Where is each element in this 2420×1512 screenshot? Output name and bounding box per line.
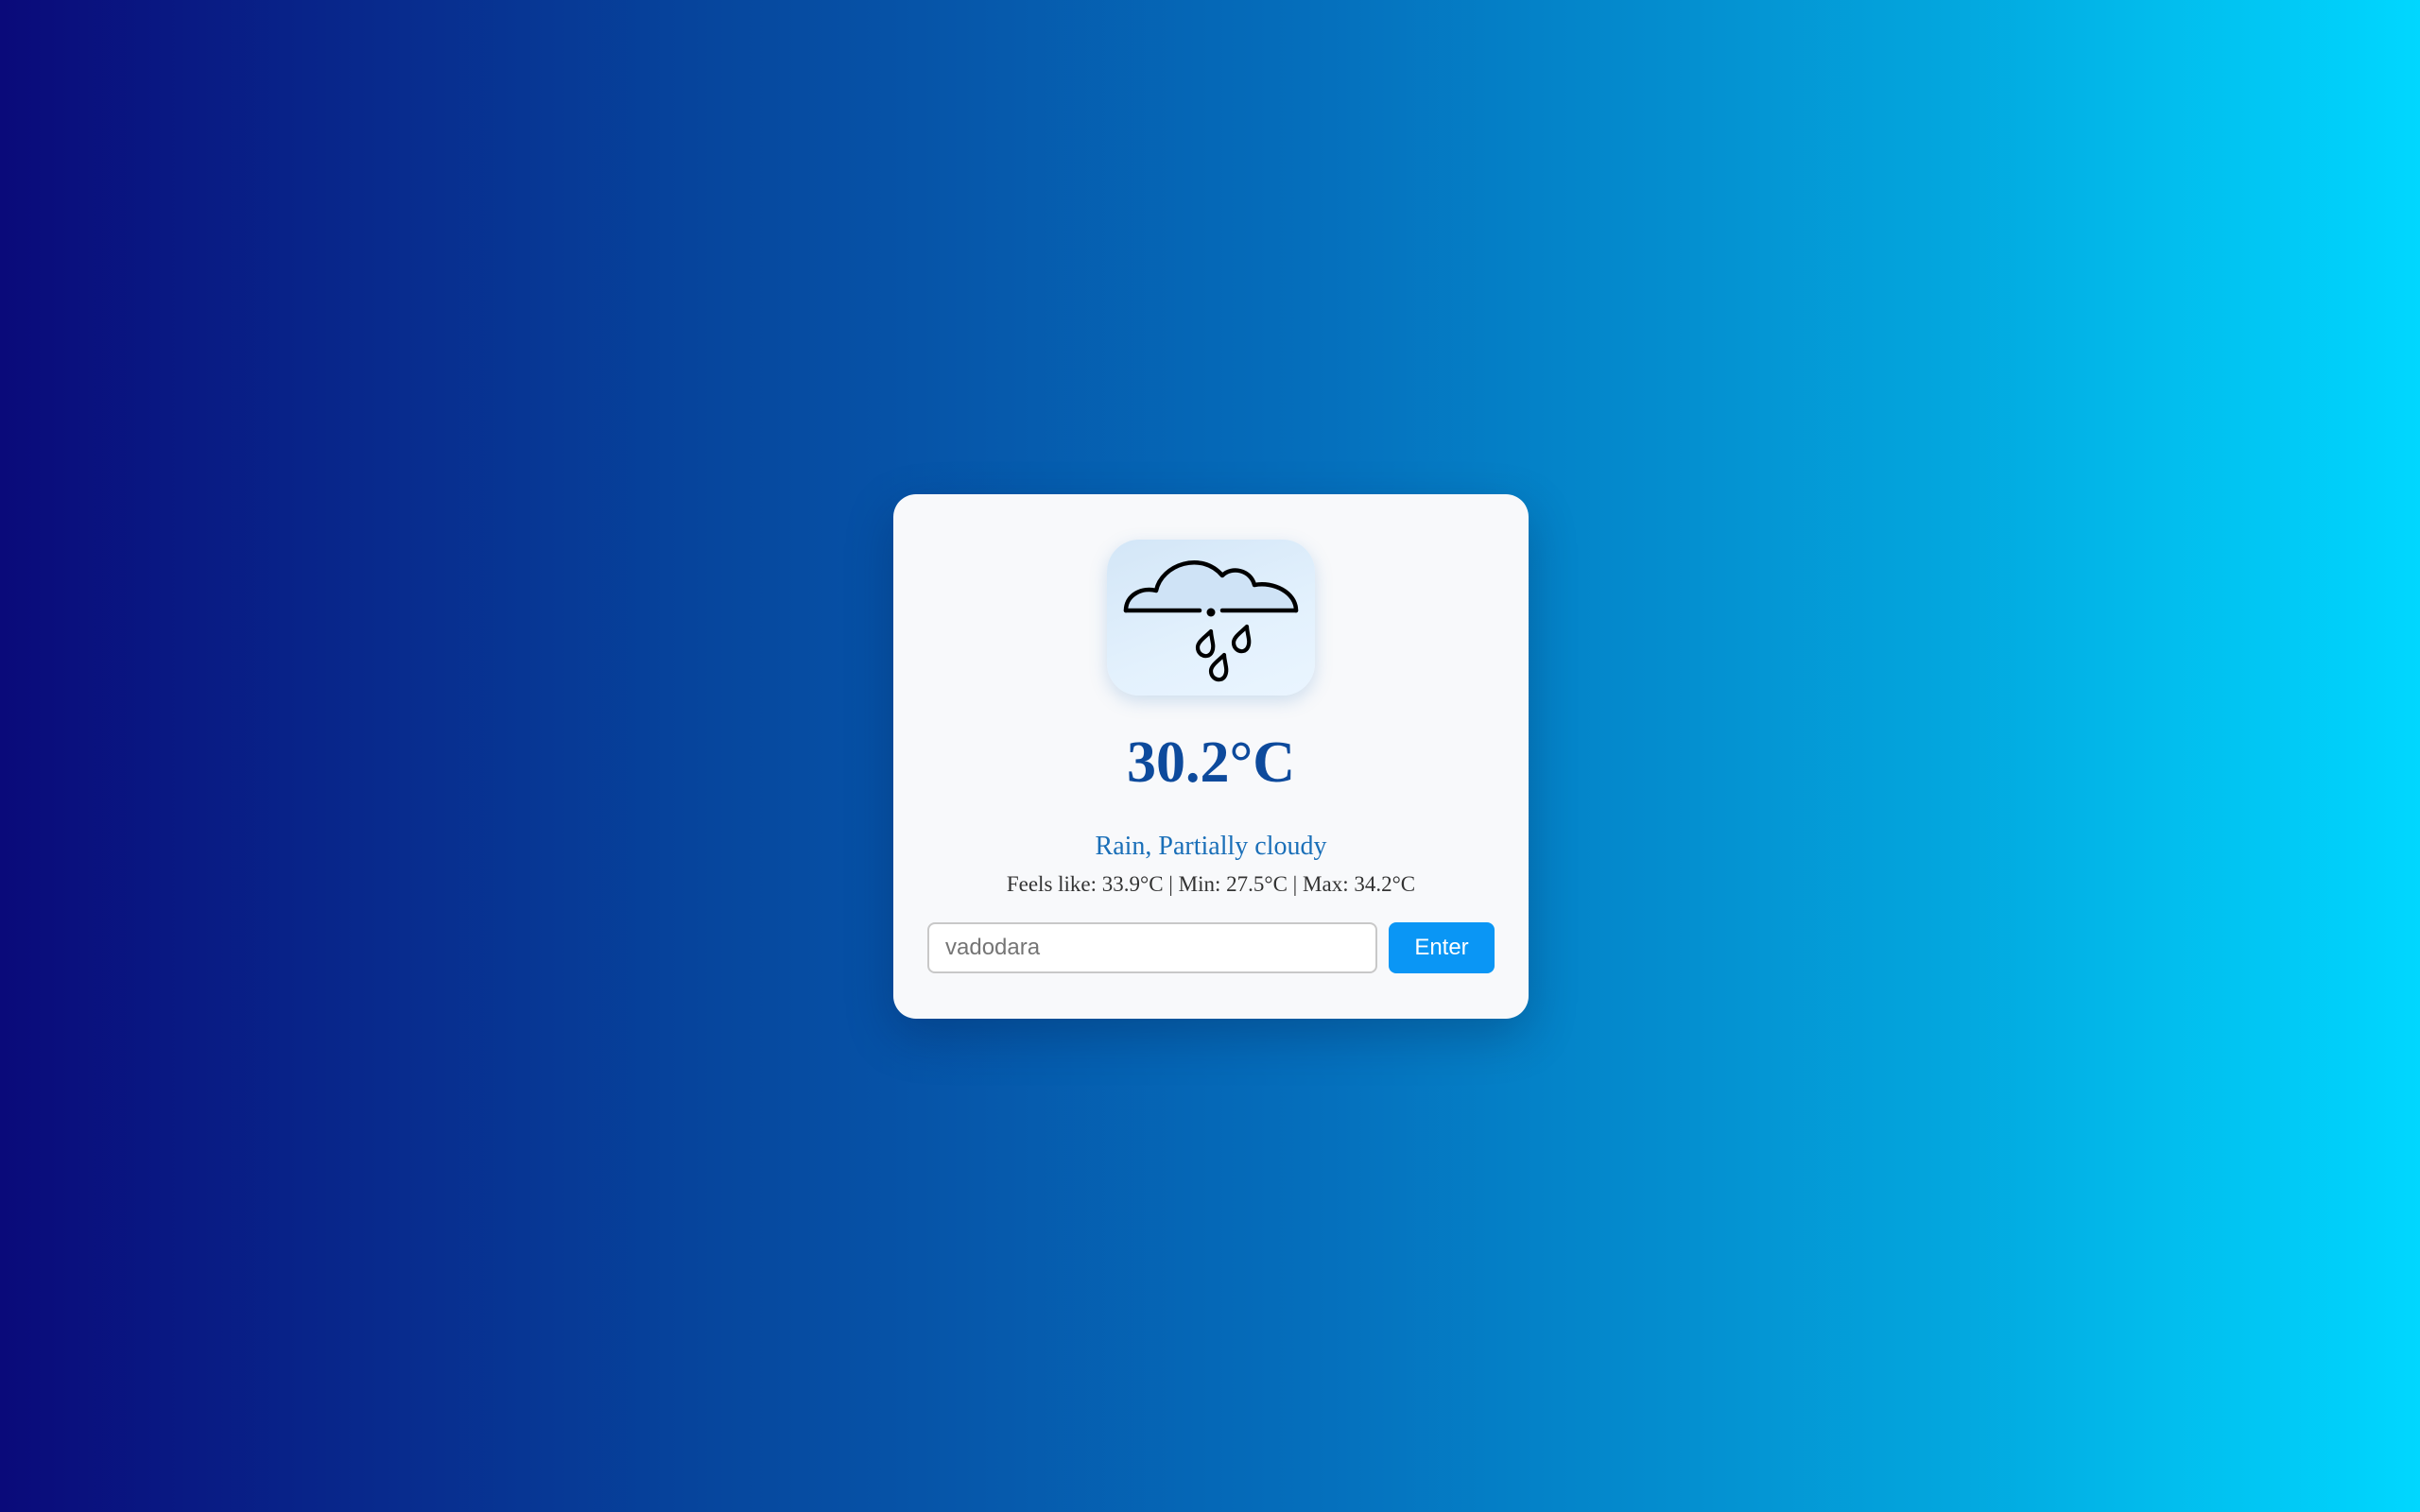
temperature-value: 30.2°C — [1126, 730, 1296, 795]
enter-button[interactable]: Enter — [1389, 922, 1495, 973]
weather-card: 30.2°C Rain, Partially cloudy Feels like… — [893, 494, 1529, 1019]
weather-condition: Rain, Partially cloudy — [1095, 832, 1327, 861]
weather-icon-container — [1107, 540, 1315, 696]
city-search-input[interactable] — [927, 922, 1377, 973]
temperature-details: Feels like: 33.9°C | Min: 27.5°C | Max: … — [1006, 872, 1416, 896]
rain-cloud-icon — [1123, 560, 1299, 682]
